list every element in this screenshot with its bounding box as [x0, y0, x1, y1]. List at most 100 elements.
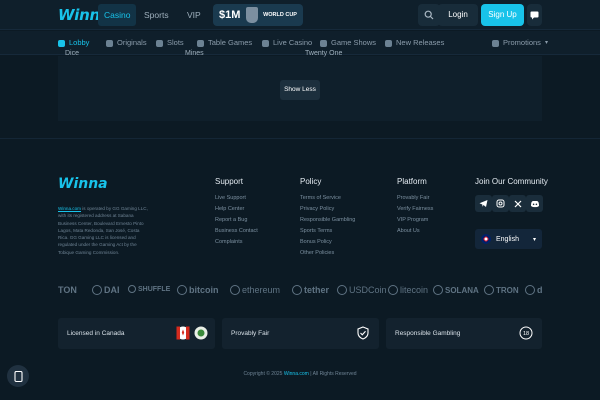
- footer-link[interactable]: Sports Terms: [300, 228, 332, 234]
- crypto-name: SHUFFLE: [138, 285, 171, 293]
- crypto-logo-usdcoin: USDCoin: [337, 285, 387, 295]
- chat-toggle-button[interactable]: [527, 4, 542, 26]
- crypto-name: ethereum: [242, 285, 281, 295]
- company-description: Winna.com is operated by GG Gaming LLC, …: [58, 205, 148, 256]
- footer-link[interactable]: About Us: [397, 228, 420, 234]
- instagram-icon: [496, 199, 505, 208]
- discord-button[interactable]: [526, 195, 543, 212]
- footer-link[interactable]: Bonus Policy: [300, 239, 332, 245]
- footer-link[interactable]: Complaints: [215, 239, 243, 245]
- litecoin-icon: [388, 285, 398, 295]
- telegram-icon: [479, 200, 488, 207]
- tab-casino[interactable]: Casino: [98, 4, 137, 26]
- footer-link[interactable]: Terms of Service: [300, 195, 341, 201]
- game-name[interactable]: Twenty One: [305, 50, 342, 57]
- footer-link[interactable]: Report a Bug: [215, 217, 247, 223]
- chevron-down-icon: ▾: [544, 40, 548, 46]
- crypto-logo-dai: DAI: [92, 285, 120, 295]
- nav-item-label: Table Games: [208, 38, 253, 47]
- show-less-button[interactable]: Show Less: [280, 80, 320, 100]
- crypto-icon: [525, 285, 535, 295]
- crypto-name: USDCoin: [349, 285, 387, 295]
- ethereum-icon: [230, 285, 240, 295]
- nav-item-table-games[interactable]: Table Games: [197, 31, 252, 55]
- footer-link[interactable]: Responsible Gambling: [300, 217, 355, 223]
- footer-divider: [0, 138, 600, 139]
- crypto-logo-partial: d: [525, 285, 543, 295]
- table-games-icon: [197, 39, 204, 47]
- crypto-name: d: [537, 285, 543, 295]
- trophy-icon: [245, 7, 258, 23]
- nav-item-originals[interactable]: Originals: [106, 31, 147, 55]
- telegram-button[interactable]: [475, 195, 492, 212]
- shield-check-icon: [357, 326, 369, 340]
- bitcoin-icon: [177, 285, 187, 295]
- category-nav: Lobby Originals Slots Table Games Live C…: [0, 31, 600, 55]
- crypto-name: DAI: [104, 285, 120, 295]
- age-18-plus-icon: 18: [519, 326, 533, 340]
- discord-icon: [530, 200, 539, 207]
- nav-item-label: New Releases: [396, 38, 445, 47]
- nav-item-label: Slots: [167, 38, 184, 47]
- footer-logo[interactable]: Winna: [58, 176, 108, 192]
- login-button[interactable]: Login: [438, 4, 478, 26]
- nav-item-slots[interactable]: Slots: [156, 31, 184, 55]
- copyright-suffix: | All Rights Reserved: [308, 371, 357, 377]
- crypto-logo-litecoin: litecoin: [388, 285, 428, 295]
- x-button[interactable]: [509, 195, 526, 212]
- footer-link[interactable]: VIP Program: [397, 217, 428, 223]
- promotions-dropdown[interactable]: Promotions ▾: [492, 31, 548, 55]
- footer-link[interactable]: Live Support: [215, 195, 246, 201]
- footer-link[interactable]: Privacy Policy: [300, 206, 334, 212]
- dai-icon: [92, 285, 102, 295]
- live-casino-icon: [262, 39, 269, 47]
- tab-vip[interactable]: VIP: [181, 4, 207, 26]
- instagram-button[interactable]: [492, 195, 509, 212]
- live-chat-button[interactable]: [7, 365, 29, 387]
- world-cup-promo-banner[interactable]: $1M WORLD CUP: [213, 4, 303, 26]
- footer-link[interactable]: Verify Fairness: [397, 206, 433, 212]
- top-header: Winna Casino Sports VIP $1M WORLD CUP Lo…: [0, 0, 600, 30]
- home-icon: [58, 39, 65, 47]
- crypto-name: TRON: [496, 285, 519, 295]
- footer-link[interactable]: Provably Fair: [397, 195, 429, 201]
- crypto-logo-solana: SOLANA: [433, 285, 479, 295]
- slots-icon: [156, 39, 163, 47]
- provably-fair-badge[interactable]: Provably Fair: [222, 318, 379, 349]
- footer-link[interactable]: Other Policies: [300, 250, 334, 256]
- footer-link[interactable]: Business Contact: [215, 228, 258, 234]
- crypto-logo-tether: tether: [292, 285, 329, 295]
- crypto-logo-tron: TRON: [484, 285, 519, 295]
- promo-amount: $1M: [219, 9, 241, 21]
- company-description-text: is operated by GG Gaming LLC, with its r…: [58, 206, 148, 255]
- tab-sports[interactable]: Sports: [138, 4, 175, 26]
- tron-icon: [484, 285, 494, 295]
- game-name[interactable]: Mines: [185, 50, 204, 57]
- crypto-name: SOLANA: [445, 285, 479, 295]
- game-name[interactable]: Dice: [65, 50, 79, 57]
- badge-label: Licensed in Canada: [67, 330, 125, 337]
- usdcoin-icon: [337, 285, 347, 295]
- crypto-logo-shuffle: SHUFFLE: [128, 285, 170, 293]
- footer-column-title-policy: Policy: [300, 177, 322, 186]
- copyright-link[interactable]: Winna.com: [284, 371, 309, 377]
- nav-item-new-releases[interactable]: New Releases: [385, 31, 444, 55]
- community-title: Join Our Community: [475, 177, 548, 186]
- nav-item-label: Originals: [117, 38, 147, 47]
- crypto-name: TON: [58, 285, 77, 295]
- badge-label: Provably Fair: [231, 330, 270, 337]
- search-icon: [424, 10, 434, 20]
- crypto-logo-ton: TON: [58, 285, 77, 295]
- star-icon: [106, 39, 113, 47]
- company-link[interactable]: Winna.com: [58, 206, 81, 211]
- chat-icon: [530, 11, 539, 19]
- tether-icon: [292, 285, 302, 295]
- crypto-logo-bitcoin: bitcoin: [177, 285, 219, 295]
- search-button[interactable]: [418, 4, 440, 26]
- language-select[interactable]: English ▾: [475, 229, 542, 249]
- responsible-gambling-badge[interactable]: Responsible Gambling 18: [386, 318, 542, 349]
- licensed-badge[interactable]: Licensed in Canada: [58, 318, 215, 349]
- footer-link[interactable]: Help Center: [215, 206, 244, 212]
- signup-button[interactable]: Sign Up: [481, 4, 524, 26]
- footer-column-title-platform: Platform: [397, 177, 427, 186]
